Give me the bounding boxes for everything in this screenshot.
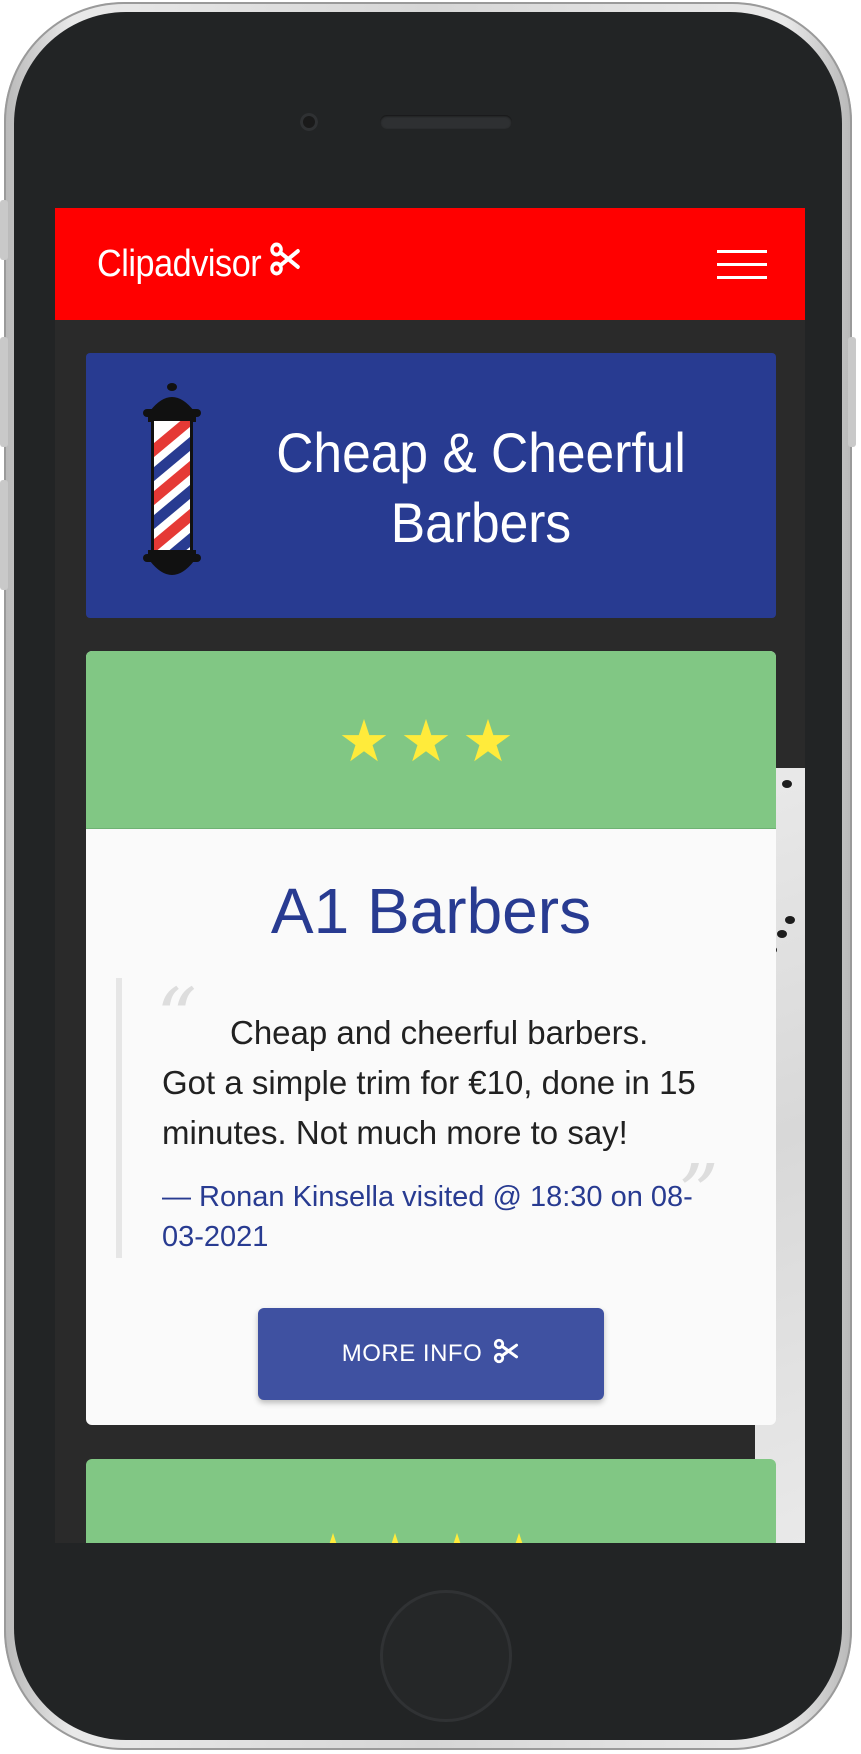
card-header: ★★★ bbox=[86, 651, 776, 829]
review-blockquote: “ Cheap and cheerful barbers. Got a simp… bbox=[116, 978, 742, 1258]
page-title: Cheap & Cheerful Barbers bbox=[276, 421, 686, 554]
app-screen: Clipadvisor Cheap & Cheerful Barbers ★★★… bbox=[55, 208, 805, 1543]
review-byline: — Ronan Kinsella visited @ 18:30 on 08-0… bbox=[162, 1181, 693, 1253]
mute-switch bbox=[0, 200, 8, 260]
barber-card: ★★★ A1 Barbers “ Cheap and cheerful barb… bbox=[86, 651, 776, 1425]
top-navbar: Clipadvisor bbox=[55, 208, 805, 320]
barber-card: ★★★★ bbox=[86, 1459, 776, 1543]
home-button[interactable] bbox=[380, 1590, 512, 1722]
hero-banner: Cheap & Cheerful Barbers bbox=[86, 353, 776, 618]
more-info-button[interactable]: MORE INFO bbox=[258, 1308, 604, 1400]
review-text: Cheap and cheerful barbers. Got a simple… bbox=[162, 1014, 696, 1151]
brand-name: Clipadvisor bbox=[97, 242, 262, 285]
brand-link[interactable]: Clipadvisor bbox=[97, 240, 303, 288]
star-rating: ★★★★ bbox=[86, 1527, 776, 1544]
volume-down-button bbox=[0, 480, 8, 590]
barber-name: A1 Barbers bbox=[270, 875, 592, 947]
hamburger-menu-icon[interactable] bbox=[717, 244, 769, 284]
earpiece-speaker bbox=[380, 115, 512, 129]
scissors-icon bbox=[268, 240, 302, 288]
volume-up-button bbox=[0, 337, 8, 447]
more-info-label: MORE INFO bbox=[341, 1340, 483, 1367]
barber-pole-icon bbox=[142, 383, 202, 588]
scissors-icon bbox=[492, 1337, 520, 1372]
front-camera bbox=[300, 113, 318, 131]
power-button bbox=[848, 337, 856, 447]
star-rating: ★★★ bbox=[338, 709, 524, 774]
